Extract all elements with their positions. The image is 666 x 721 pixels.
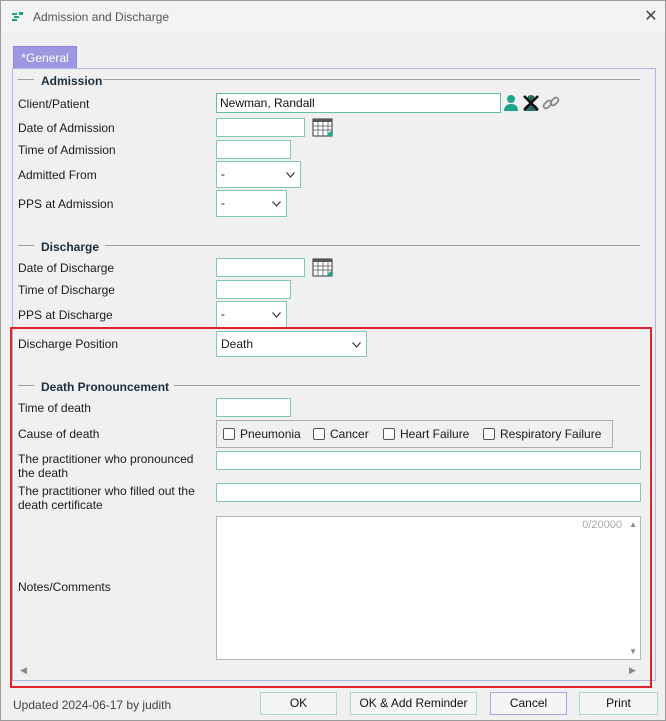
cause-pneumonia-checkbox[interactable]: Pneumonia: [223, 427, 309, 441]
admitted-from-label: Admitted From: [18, 168, 97, 182]
updated-status: Updated 2024-06-17 by judith: [13, 698, 172, 712]
checkbox-label: Respiratory Failure: [500, 427, 602, 441]
form-scroll-area[interactable]: Admission Client/Patient Newman, Randall…: [14, 70, 643, 667]
checkbox-label: Cancer: [330, 427, 369, 441]
scroll-right-icon[interactable]: ▶: [629, 665, 636, 676]
section-divider: [18, 385, 34, 386]
pps-discharge-value: -: [221, 307, 225, 321]
cause-cancer-checkbox[interactable]: Cancer: [313, 427, 375, 441]
section-divider: [103, 79, 640, 80]
horizontal-scrollbar[interactable]: ◀ ▶: [14, 663, 643, 679]
title-bar: Admission and Discharge ✕: [1, 1, 665, 33]
checkbox-box[interactable]: [383, 428, 395, 440]
certificate-by-label-line1: The practitioner who filled out the: [18, 484, 195, 498]
time-of-death-label: Time of death: [18, 401, 91, 415]
admitted-from-select[interactable]: -: [216, 161, 301, 188]
dialog-window: Admission and Discharge ✕ *General Admis…: [0, 0, 666, 721]
admission-date-label: Date of Admission: [18, 121, 115, 135]
pps-admission-select[interactable]: -: [216, 190, 287, 217]
tab-general[interactable]: *General: [13, 46, 77, 69]
pps-admission-label: PPS at Admission: [18, 197, 114, 211]
ok-button[interactable]: OK: [260, 692, 337, 715]
general-panel: Admission Client/Patient Newman, Randall…: [12, 68, 656, 681]
time-of-death-field[interactable]: [216, 398, 291, 417]
discharge-calendar-icon[interactable]: [312, 257, 334, 278]
discharge-position-label: Discharge Position: [18, 337, 119, 351]
link-icon[interactable]: [542, 94, 560, 112]
admission-calendar-icon[interactable]: [312, 117, 334, 138]
discharge-position-select[interactable]: Death: [216, 331, 367, 357]
chevron-down-icon: [352, 342, 361, 348]
scroll-left-icon[interactable]: ◀: [20, 665, 27, 676]
discharge-time-field[interactable]: [216, 280, 291, 299]
certificate-by-label-line2: death certificate: [18, 498, 103, 512]
discharge-date-field[interactable]: [216, 258, 305, 277]
checkbox-box[interactable]: [483, 428, 495, 440]
pps-discharge-label: PPS at Discharge: [18, 308, 113, 322]
cause-of-death-label: Cause of death: [18, 427, 100, 441]
ok-add-reminder-button[interactable]: OK & Add Reminder: [350, 692, 477, 715]
section-divider: [18, 79, 34, 80]
client-label: Client/Patient: [18, 97, 90, 111]
checkbox-label: Pneumonia: [240, 427, 301, 441]
cancel-button[interactable]: Cancel: [490, 692, 567, 715]
discharge-position-value: Death: [221, 337, 254, 351]
cause-of-death-group: Pneumonia Cancer Heart Failure Respirato…: [216, 420, 613, 448]
app-logo-icon: [12, 12, 23, 21]
scroll-down-icon[interactable]: ▼: [629, 647, 637, 656]
death-pronouncement-header: Death Pronouncement: [41, 380, 170, 394]
section-divider: [174, 385, 640, 386]
admission-date-field[interactable]: [216, 118, 305, 137]
chevron-down-icon: [272, 201, 281, 207]
pps-admission-value: -: [221, 196, 225, 210]
checkbox-box[interactable]: [223, 428, 235, 440]
checkbox-label: Heart Failure: [400, 427, 470, 441]
clear-client-icon[interactable]: [522, 94, 540, 112]
discharge-date-label: Date of Discharge: [18, 261, 115, 275]
admitted-from-value: -: [221, 167, 225, 181]
notes-textarea[interactable]: 0/20000 ▲ ▼: [216, 516, 641, 660]
scroll-up-icon[interactable]: ▲: [629, 520, 637, 529]
client-field[interactable]: Newman, Randall: [216, 93, 501, 113]
discharge-header: Discharge: [41, 240, 100, 254]
chevron-down-icon: [286, 172, 295, 178]
select-client-icon[interactable]: [502, 94, 520, 112]
pronounced-by-field[interactable]: [216, 451, 641, 470]
discharge-time-label: Time of Discharge: [18, 283, 115, 297]
notes-char-counter: 0/20000: [582, 519, 622, 531]
checkbox-box[interactable]: [313, 428, 325, 440]
admission-time-field[interactable]: [216, 140, 291, 159]
section-divider: [105, 245, 640, 246]
pronounced-by-label-line1: The practitioner who pronounced: [18, 452, 194, 466]
certificate-by-field[interactable]: [216, 483, 641, 502]
cause-heart-failure-checkbox[interactable]: Heart Failure: [383, 427, 475, 441]
pronounced-by-label-line2: the death: [18, 466, 69, 480]
admission-header: Admission: [41, 74, 103, 88]
section-divider: [18, 245, 34, 246]
pps-discharge-select[interactable]: -: [216, 301, 287, 328]
window-title: Admission and Discharge: [33, 10, 170, 24]
close-button[interactable]: ✕: [641, 7, 661, 27]
admission-time-label: Time of Admission: [18, 143, 116, 157]
notes-label: Notes/Comments: [18, 580, 111, 594]
close-icon[interactable]: ✕: [644, 8, 657, 25]
cause-respiratory-failure-checkbox[interactable]: Respiratory Failure: [483, 427, 607, 441]
chevron-down-icon: [272, 312, 281, 318]
print-button[interactable]: Print: [579, 692, 658, 715]
